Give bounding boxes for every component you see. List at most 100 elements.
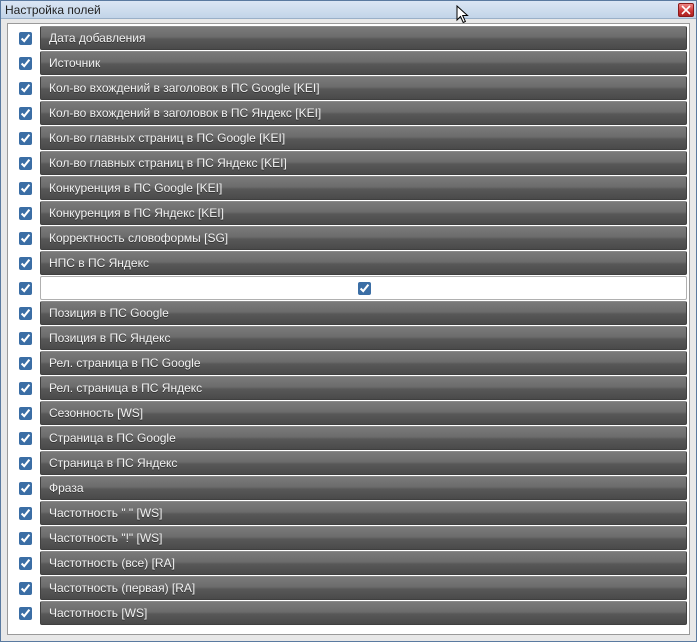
field-label-cell[interactable]: Дата добавления	[40, 26, 687, 50]
field-checkbox[interactable]	[19, 557, 32, 570]
field-checkbox[interactable]	[19, 57, 32, 70]
field-label: Дата добавления	[49, 31, 145, 45]
field-checkbox[interactable]	[19, 207, 32, 220]
field-checkbox[interactable]	[19, 382, 32, 395]
field-row: Сезонность [WS]	[10, 401, 687, 425]
field-checkbox-cell	[10, 326, 40, 350]
field-label-cell[interactable]: Частотность (первая) [RA]	[40, 576, 687, 600]
field-label-cell[interactable]: Сезонность [WS]	[40, 401, 687, 425]
field-checkbox[interactable]	[19, 307, 32, 320]
titlebar[interactable]: Настройка полей	[1, 1, 696, 19]
field-label: Частотность (все) [RA]	[49, 556, 175, 570]
field-checkbox[interactable]	[19, 132, 32, 145]
field-list[interactable]: Дата добавления Источник Кол-во вхождений …	[7, 23, 690, 635]
field-label-cell[interactable]: Рел. страница в ПС Google	[40, 351, 687, 375]
field-checkbox[interactable]	[19, 582, 32, 595]
field-checkbox[interactable]	[19, 32, 32, 45]
field-row	[10, 276, 687, 300]
field-checkbox[interactable]	[19, 232, 32, 245]
field-label: Частотность " " [WS]	[49, 506, 163, 520]
field-checkbox[interactable]	[19, 157, 32, 170]
field-row: Фраза	[10, 476, 687, 500]
field-row: Кол-во вхождений в заголовок в ПС Google…	[10, 76, 687, 100]
field-row: Кол-во главных страниц в ПС Яндекс [KEI]	[10, 151, 687, 175]
field-row: Страница в ПС Яндекс	[10, 451, 687, 475]
field-checkbox[interactable]	[19, 357, 32, 370]
field-checkbox[interactable]	[19, 532, 32, 545]
field-checkbox-cell	[10, 301, 40, 325]
field-row: Конкуренция в ПС Google [KEI]	[10, 176, 687, 200]
field-checkbox-cell	[10, 401, 40, 425]
field-row: Позиция в ПС Яндекс	[10, 326, 687, 350]
field-checkbox-cell	[10, 101, 40, 125]
field-checkbox-cell	[10, 476, 40, 500]
field-checkbox-cell	[10, 76, 40, 100]
field-row: Источник	[10, 51, 687, 75]
field-checkbox[interactable]	[19, 507, 32, 520]
field-checkbox[interactable]	[19, 107, 32, 120]
field-row: Частотность (первая) [RA]	[10, 576, 687, 600]
field-label-cell[interactable]: Частотность (все) [RA]	[40, 551, 687, 575]
field-label-cell[interactable]: Конкуренция в ПС Яндекс [KEI]	[40, 201, 687, 225]
field-row: Частотность "!" [WS]	[10, 526, 687, 550]
field-checkbox-cell	[10, 376, 40, 400]
close-button[interactable]	[678, 3, 694, 17]
field-inline-checkbox[interactable]	[358, 282, 371, 295]
window: Настройка полей Дата добавления Источник К…	[0, 0, 697, 642]
field-checkbox[interactable]	[19, 257, 32, 270]
field-checkbox-cell	[10, 551, 40, 575]
field-checkbox[interactable]	[19, 482, 32, 495]
field-label-cell[interactable]: Источник	[40, 51, 687, 75]
field-label: НПС в ПС Яндекс	[49, 256, 149, 270]
field-checkbox[interactable]	[19, 457, 32, 470]
field-row: Частотность (все) [RA]	[10, 551, 687, 575]
field-label-cell[interactable]: Позиция в ПС Яндекс	[40, 326, 687, 350]
field-label-cell[interactable]: Страница в ПС Яндекс	[40, 451, 687, 475]
field-label-cell[interactable]: Кол-во вхождений в заголовок в ПС Яндекс…	[40, 101, 687, 125]
field-label-cell[interactable]: НПС в ПС Яндекс	[40, 251, 687, 275]
field-label-cell[interactable]: Частотность [WS]	[40, 601, 687, 625]
field-row: Частотность " " [WS]	[10, 501, 687, 525]
field-checkbox[interactable]	[19, 332, 32, 345]
field-checkbox[interactable]	[19, 407, 32, 420]
field-row: Корректность словоформы [SG]	[10, 226, 687, 250]
field-checkbox-cell	[10, 276, 40, 300]
field-label-cell[interactable]: Кол-во главных страниц в ПС Яндекс [KEI]	[40, 151, 687, 175]
field-label: Кол-во вхождений в заголовок в ПС Google…	[49, 81, 320, 95]
field-checkbox-cell	[10, 501, 40, 525]
field-label: Кол-во главных страниц в ПС Google [KEI]	[49, 131, 285, 145]
field-label-cell[interactable]: Кол-во главных страниц в ПС Google [KEI]	[40, 126, 687, 150]
field-checkbox-cell	[10, 151, 40, 175]
field-label-cell[interactable]: Конкуренция в ПС Google [KEI]	[40, 176, 687, 200]
field-label: Рел. страница в ПС Яндекс	[49, 381, 202, 395]
field-row: Позиция в ПС Google	[10, 301, 687, 325]
field-checkbox-cell	[10, 226, 40, 250]
field-checkbox[interactable]	[19, 182, 32, 195]
field-checkbox-cell	[10, 51, 40, 75]
field-checkbox-cell	[10, 126, 40, 150]
field-label-cell[interactable]: Корректность словоформы [SG]	[40, 226, 687, 250]
field-checkbox[interactable]	[19, 282, 32, 295]
field-checkbox-cell	[10, 201, 40, 225]
field-label-cell[interactable]: Частотность "!" [WS]	[40, 526, 687, 550]
field-label-cell[interactable]: Кол-во вхождений в заголовок в ПС Google…	[40, 76, 687, 100]
field-checkbox-cell	[10, 451, 40, 475]
field-row: Кол-во главных страниц в ПС Google [KEI]	[10, 126, 687, 150]
field-label-cell[interactable]: Страница в ПС Google	[40, 426, 687, 450]
window-title: Настройка полей	[5, 3, 678, 17]
field-label-cell[interactable]: Частотность " " [WS]	[40, 501, 687, 525]
field-checkbox-cell	[10, 426, 40, 450]
field-checkbox[interactable]	[19, 432, 32, 445]
field-label-cell[interactable]: Рел. страница в ПС Яндекс	[40, 376, 687, 400]
field-label: Конкуренция в ПС Яндекс [KEI]	[49, 206, 224, 220]
field-row: Рел. страница в ПС Google	[10, 351, 687, 375]
field-checkbox-cell	[10, 251, 40, 275]
field-checkbox-cell	[10, 176, 40, 200]
field-label: Частотность (первая) [RA]	[49, 581, 195, 595]
field-label-cell[interactable]	[40, 276, 687, 300]
field-label-cell[interactable]: Фраза	[40, 476, 687, 500]
field-checkbox[interactable]	[19, 607, 32, 620]
field-checkbox[interactable]	[19, 82, 32, 95]
field-label: Позиция в ПС Яндекс	[49, 331, 170, 345]
field-label-cell[interactable]: Позиция в ПС Google	[40, 301, 687, 325]
